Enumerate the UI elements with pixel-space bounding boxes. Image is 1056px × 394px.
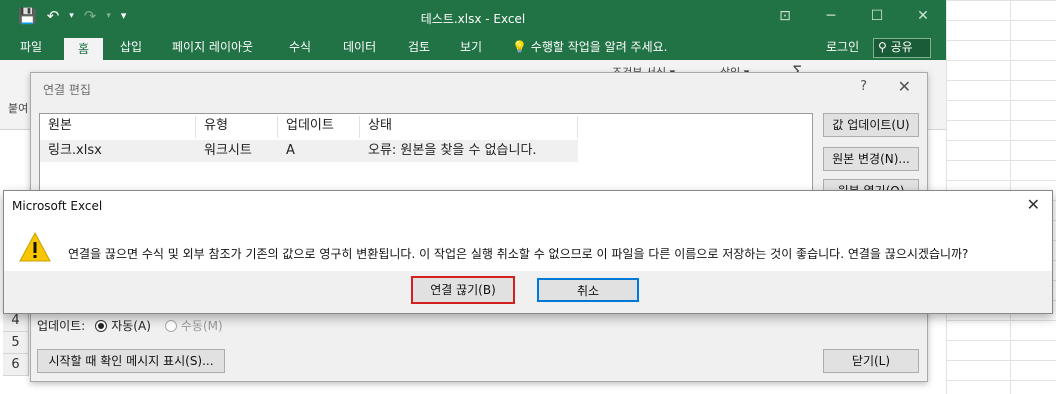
- startup-prompt-button[interactable]: 시작할 때 확인 메시지 표시(S)...: [37, 349, 225, 373]
- help-icon[interactable]: ?: [860, 79, 867, 94]
- column-header-update[interactable]: 업데이트: [278, 116, 360, 138]
- title-bar: 💾 ↶ ▾ ↷ ▾ ▾ 테스트.xlsx - Excel ⊡ ─ ☐ ✕: [0, 0, 946, 36]
- auto-radio[interactable]: [95, 319, 108, 332]
- tab-page-layout[interactable]: 페이지 레이아웃: [172, 36, 253, 60]
- manual-label: 수동(M): [180, 319, 223, 333]
- message-text: 연결을 끊으면 수식 및 외부 참조가 기존의 값으로 영구히 변환됩니다. 이…: [68, 247, 969, 261]
- window-controls: ⊡ ─ ☐ ✕: [762, 0, 946, 32]
- message-box-titlebar: Microsoft Excel ✕: [4, 191, 1052, 221]
- update-label: 업데이트:: [37, 319, 86, 333]
- tab-data[interactable]: 데이터: [343, 36, 376, 60]
- close-button[interactable]: 닫기(L): [823, 349, 919, 373]
- paste-label[interactable]: 붙여: [8, 100, 28, 116]
- change-source-button[interactable]: 원본 변경(N)...: [823, 147, 919, 171]
- column-header-source[interactable]: 원본: [40, 116, 196, 138]
- edit-links-title: 연결 편집: [43, 83, 91, 97]
- link-source-cell: 링크.xlsx: [40, 140, 196, 162]
- link-type-cell: 워크시트: [196, 140, 278, 162]
- tell-me-text: 수행할 작업을 알려 주세요.: [530, 40, 668, 54]
- minimize-icon[interactable]: ─: [808, 0, 854, 32]
- message-box-title: Microsoft Excel: [12, 199, 103, 213]
- tab-review[interactable]: 검토: [408, 36, 430, 60]
- tab-view[interactable]: 보기: [460, 36, 482, 60]
- tab-insert[interactable]: 삽입: [120, 36, 142, 60]
- ribbon-tabs: 파일 홈 삽입 페이지 레이아웃 수식 데이터 검토 보기 💡 수행할 작업을 …: [0, 36, 946, 60]
- warning-icon: [19, 231, 51, 262]
- tell-me-box[interactable]: 💡 수행할 작업을 알려 주세요.: [512, 36, 667, 58]
- cancel-button[interactable]: 취소: [537, 278, 639, 302]
- share-button[interactable]: ⚲ 공유: [873, 38, 931, 58]
- link-status-cell: 오류: 원본을 찾을 수 없습니다.: [360, 140, 578, 162]
- manual-radio: [164, 319, 177, 332]
- row-header[interactable]: 5: [3, 332, 29, 354]
- person-icon: ⚲: [878, 40, 887, 54]
- close-icon[interactable]: ✕: [1027, 195, 1040, 214]
- maximize-icon[interactable]: ☐: [854, 0, 900, 32]
- tab-formulas[interactable]: 수식: [289, 36, 311, 60]
- update-mode-group: 업데이트: 자동(A) 수동(M): [37, 317, 223, 334]
- close-icon[interactable]: ✕: [898, 77, 911, 96]
- update-values-button[interactable]: 값 업데이트(U): [823, 113, 919, 137]
- row-header[interactable]: 6: [3, 354, 29, 376]
- column-header-status[interactable]: 상태: [360, 116, 578, 138]
- ribbon-display-options-icon[interactable]: ⊡: [762, 0, 808, 32]
- column-header-type[interactable]: 유형: [196, 116, 278, 138]
- break-links-button[interactable]: 연결 끊기(B): [411, 276, 515, 304]
- close-window-icon[interactable]: ✕: [900, 0, 946, 32]
- login-link[interactable]: 로그인: [826, 36, 859, 58]
- lightbulb-icon: 💡: [512, 40, 527, 54]
- auto-label[interactable]: 자동(A): [111, 317, 151, 334]
- share-label: 공유: [890, 40, 913, 54]
- tab-file[interactable]: 파일: [20, 36, 42, 60]
- message-box-body: 연결을 끊으면 수식 및 외부 참조가 기존의 값으로 영구히 변환됩니다. 이…: [4, 221, 1052, 271]
- link-update-cell: A: [278, 140, 360, 162]
- tab-home[interactable]: 홈: [64, 36, 104, 60]
- break-links-message-box: Microsoft Excel ✕ 연결을 끊으면 수식 및 외부 참조가 기존…: [3, 190, 1053, 314]
